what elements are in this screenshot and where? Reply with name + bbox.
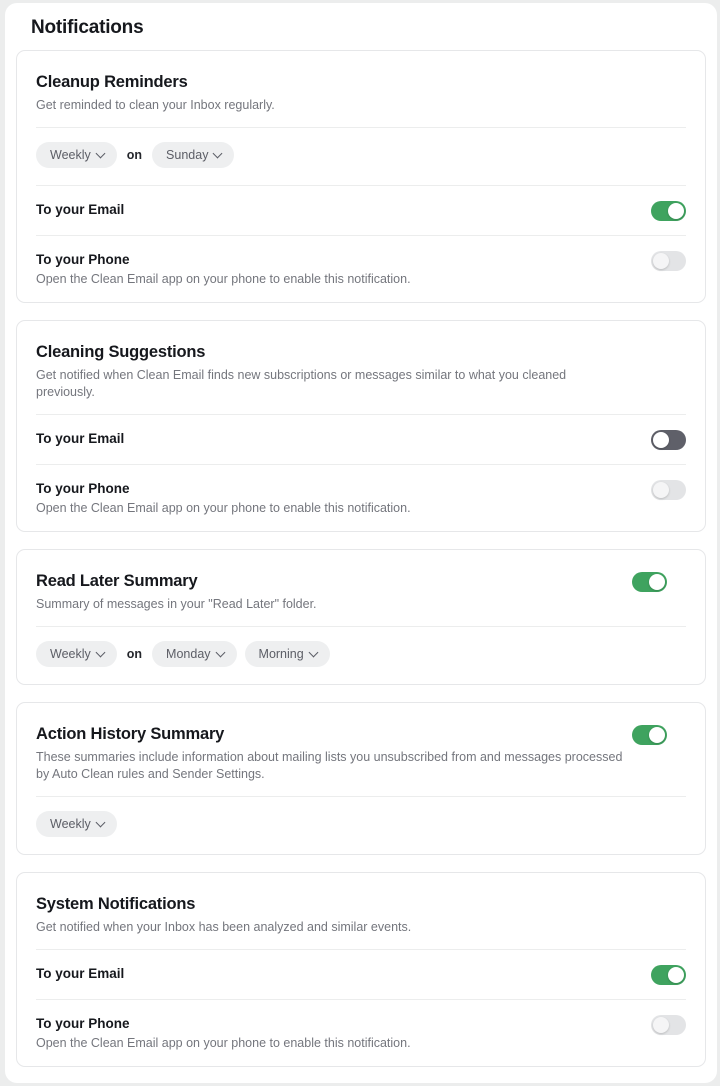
chips-separator-label: on — [126, 647, 143, 661]
dropdown-chip-weekly[interactable]: Weekly — [36, 811, 117, 837]
toggle-knob — [668, 967, 684, 983]
chevron-down-icon — [310, 649, 318, 657]
section-header: Read Later Summary Summary of messages in… — [36, 550, 686, 627]
dropdown-chip-label: Weekly — [50, 148, 91, 162]
chevron-down-icon — [97, 150, 105, 158]
toggle-row-label: To your Email — [36, 431, 125, 446]
toggle-row-text: To your Email — [36, 964, 144, 983]
section-title: System Notifications — [36, 895, 196, 913]
section-card-cleaning-suggestions: Cleaning Suggestions Get notified when Cl… — [16, 320, 706, 532]
dropdown-chip-label: Morning — [258, 647, 304, 661]
toggle-row: To your Email — [36, 949, 686, 999]
toggle-row-label: To your Email — [36, 966, 125, 981]
section-card-system-notifications: System Notifications Get notified when yo… — [16, 872, 706, 1067]
toggle-knob — [649, 574, 665, 590]
chevron-down-icon — [97, 819, 105, 827]
toggle-row-label: To your Phone — [36, 252, 130, 267]
toggle-knob — [649, 727, 665, 743]
section-card-read-later-summary: Read Later Summary Summary of messages in… — [16, 549, 706, 685]
notification-sections-list: Cleanup Reminders Get reminded to clean y… — [5, 41, 717, 1083]
section-description: Get reminded to clean your Inbox regular… — [36, 98, 275, 112]
page-title: Notifications — [31, 17, 144, 38]
section-title: Read Later Summary — [36, 572, 198, 590]
section-description: These summaries include information abou… — [36, 750, 623, 781]
toggle-knob — [653, 1017, 669, 1033]
toggle-switch-cleaning-suggestions-0[interactable] — [651, 430, 686, 450]
toggle-switch-system-notifications-1[interactable] — [651, 1015, 686, 1035]
toggle-row-text: To your Phone Open the Clean Email app on… — [36, 1014, 431, 1052]
chevron-down-icon — [217, 649, 225, 657]
toggle-row: To your Phone Open the Clean Email app on… — [36, 464, 686, 531]
dropdown-chip-morning[interactable]: Morning — [244, 641, 330, 667]
section-header: Cleanup Reminders Get reminded to clean y… — [36, 51, 686, 128]
toggle-switch-cleanup-reminders-1[interactable] — [651, 251, 686, 271]
dropdown-chip-weekly[interactable]: Weekly — [36, 142, 117, 168]
section-card-cleanup-reminders: Cleanup Reminders Get reminded to clean y… — [16, 50, 706, 303]
notifications-page: Notifications Cleanup Reminders Get remin… — [5, 3, 717, 1083]
section-description: Get notified when Clean Email finds new … — [36, 368, 567, 399]
section-header: Cleaning Suggestions Get notified when Cl… — [36, 321, 686, 414]
toggle-row: To your Email — [36, 185, 686, 235]
dropdown-chip-label: Weekly — [50, 817, 91, 831]
toggle-switch-cleanup-reminders-0[interactable] — [651, 201, 686, 221]
schedule-chips-row: Weekly on Monday Morning — [36, 627, 686, 684]
toggle-switch-action-history-summary[interactable] — [632, 725, 667, 745]
toggle-row: To your Email — [36, 414, 686, 464]
toggle-switch-cleaning-suggestions-1[interactable] — [651, 480, 686, 500]
dropdown-chip-monday[interactable]: Monday — [152, 641, 237, 667]
section-description: Summary of messages in your "Read Later"… — [36, 597, 317, 611]
toggle-switch-system-notifications-0[interactable] — [651, 965, 686, 985]
toggle-knob — [653, 253, 669, 269]
chips-separator-label: on — [126, 148, 143, 162]
toggle-row-label: To your Phone — [36, 1016, 130, 1031]
schedule-chips-row: Weekly — [36, 797, 686, 854]
toggle-row-label: To your Phone — [36, 481, 130, 496]
toggle-switch-read-later-summary[interactable] — [632, 572, 667, 592]
toggle-row-sublabel: Open the Clean Email app on your phone t… — [36, 1036, 411, 1050]
schedule-chips-row: Weekly on Sunday — [36, 128, 686, 185]
section-title: Cleanup Reminders — [36, 73, 188, 91]
section-description: Get notified when your Inbox has been an… — [36, 920, 412, 934]
section-header: Action History Summary These summaries in… — [36, 703, 686, 797]
toggle-row-text: To your Email — [36, 200, 144, 219]
section-title: Action History Summary — [36, 725, 225, 743]
dropdown-chip-label: Sunday — [166, 148, 209, 162]
toggle-row-text: To your Phone Open the Clean Email app on… — [36, 250, 431, 288]
section-card-action-history-summary: Action History Summary These summaries in… — [16, 702, 706, 855]
toggle-row-sublabel: Open the Clean Email app on your phone t… — [36, 501, 411, 515]
dropdown-chip-label: Monday — [166, 647, 211, 661]
toggle-knob — [653, 432, 669, 448]
toggle-knob — [668, 203, 684, 219]
toggle-row-text: To your Email — [36, 429, 144, 448]
toggle-row-label: To your Email — [36, 202, 125, 217]
toggle-knob — [653, 482, 669, 498]
section-title: Cleaning Suggestions — [36, 343, 206, 361]
toggle-row-sublabel: Open the Clean Email app on your phone t… — [36, 272, 411, 286]
dropdown-chip-weekly[interactable]: Weekly — [36, 641, 117, 667]
chevron-down-icon — [97, 649, 105, 657]
dropdown-chip-label: Weekly — [50, 647, 91, 661]
toggle-row-text: To your Phone Open the Clean Email app on… — [36, 479, 431, 517]
dropdown-chip-sunday[interactable]: Sunday — [152, 142, 235, 168]
toggle-row: To your Phone Open the Clean Email app on… — [36, 999, 686, 1066]
chevron-down-icon — [214, 150, 222, 158]
section-header: System Notifications Get notified when yo… — [36, 873, 686, 949]
toggle-row: To your Phone Open the Clean Email app on… — [36, 235, 686, 302]
